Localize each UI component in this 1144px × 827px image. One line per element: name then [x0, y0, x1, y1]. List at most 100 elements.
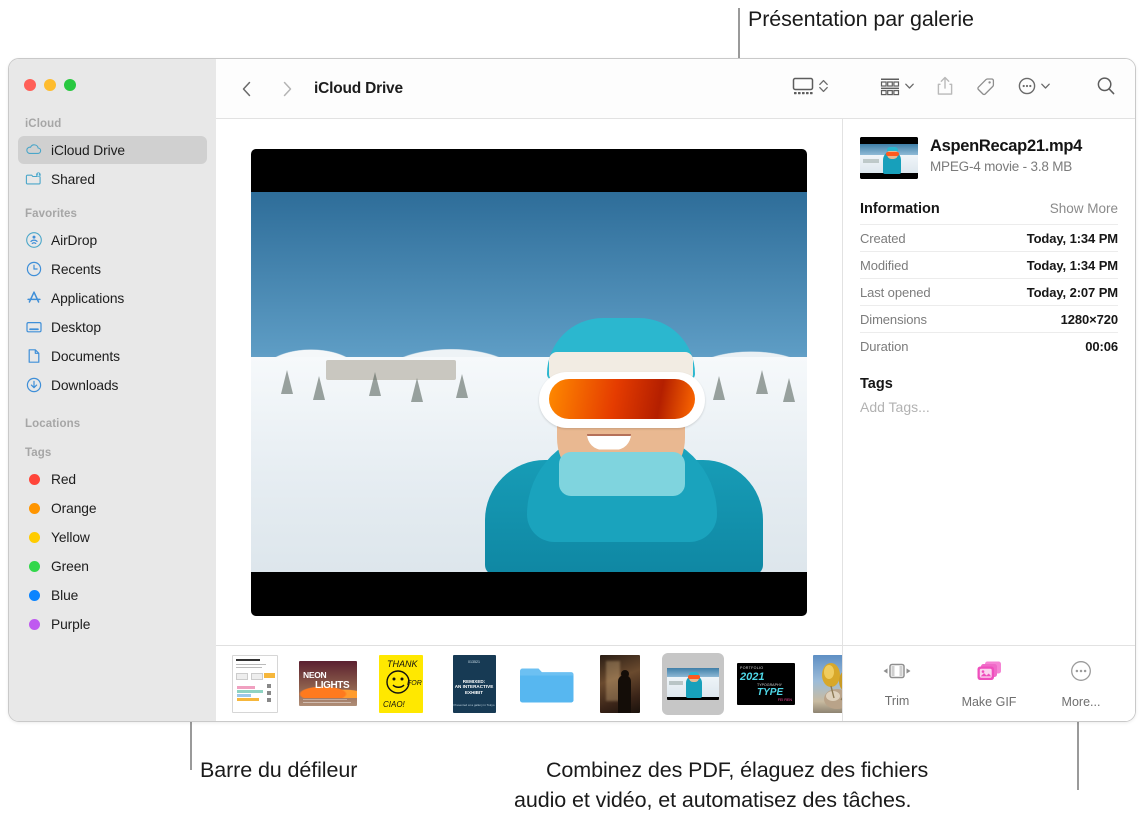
sidebar-item-label: AirDrop — [51, 232, 98, 248]
cloud-icon — [25, 141, 43, 159]
sidebar: iCloud iCloud Drive Shared Favorites Air… — [9, 59, 216, 721]
tree-icon — [369, 371, 381, 396]
quick-action-label: Trim — [884, 693, 910, 708]
sidebar-item-icloud-drive[interactable]: iCloud Drive — [18, 136, 207, 164]
gallery-view-icon — [791, 76, 815, 101]
sidebar-item-tag-orange[interactable]: Orange — [18, 494, 207, 522]
search-button[interactable] — [1093, 75, 1119, 102]
neck-gaiter — [559, 451, 685, 496]
callout-line-gallery-view — [738, 8, 740, 60]
back-button[interactable] — [234, 76, 260, 102]
add-tags-field[interactable]: Add Tags... — [860, 399, 1118, 415]
tag-dot-icon — [25, 586, 43, 604]
tree-icon — [783, 377, 795, 402]
tag-dot-icon — [25, 615, 43, 633]
info-row: Modified Today, 1:34 PM — [860, 251, 1118, 278]
information-section-header: Information Show More — [860, 201, 1118, 224]
gallery-preview-area — [216, 119, 842, 645]
sidebar-item-tag-green[interactable]: Green — [18, 552, 207, 580]
screenshot-stage: Présentation par galerie Barre du défile… — [0, 0, 1144, 827]
sidebar-item-tag-blue[interactable]: Blue — [18, 581, 207, 609]
desktop-icon — [25, 318, 43, 336]
quick-action-trim[interactable]: Trim — [855, 660, 939, 708]
thumbnail-portfolio-2021-poster[interactable]: PORTFOLIO 2021 TYPOGRAPHY TYPE FEI REN — [735, 653, 797, 715]
sidebar-item-tag-purple[interactable]: Purple — [18, 610, 207, 638]
sidebar-item-documents[interactable]: Documents — [18, 342, 207, 370]
sidebar-item-label: Purple — [51, 616, 91, 632]
thumbnail-infographic-document[interactable] — [224, 653, 286, 715]
thumbnail-neon-lights-poster[interactable]: NEON LIGHTS — [297, 653, 359, 715]
video-preview[interactable] — [251, 148, 807, 616]
quick-action-make-gif[interactable]: Make GIF — [947, 659, 1031, 709]
sidebar-item-recents[interactable]: Recents — [18, 255, 207, 283]
view-gallery-button[interactable] — [789, 76, 831, 101]
thumbnail-remixed-exhibit-poster[interactable]: 013521 REMIXED: AN INTERACTIVE EXHIBIT Pre… — [443, 653, 505, 715]
add-tag-button[interactable] — [973, 75, 999, 102]
quick-action-label: More... — [1061, 694, 1101, 709]
window-traffic-lights — [9, 79, 216, 111]
svg-text:FOR: FOR — [407, 680, 422, 687]
information-title: Information — [860, 201, 940, 217]
video-frame — [251, 191, 807, 572]
chevron-up-down-icon[interactable] — [818, 76, 829, 101]
thumbnail-gold-sculpture-photo[interactable] — [808, 653, 842, 715]
main-area: iCloud Drive NEON LIGHTS THANK FOR CIAO!… — [216, 59, 1135, 721]
sidebar-group-title-favorites: Favorites — [25, 208, 78, 220]
clock-icon — [25, 260, 43, 278]
chevron-down-icon[interactable] — [1040, 76, 1051, 101]
show-more-link[interactable]: Show More — [1050, 201, 1118, 216]
thumbnail-aspen-recap-video[interactable] — [662, 652, 724, 715]
sidebar-item-airdrop[interactable]: AirDrop — [18, 226, 207, 254]
info-key: Created — [860, 230, 906, 246]
thumbnail-thank-you-ciao-poster[interactable]: THANK FOR CIAO! — [370, 653, 432, 715]
tree-icon — [456, 373, 468, 398]
sidebar-item-shared[interactable]: Shared — [18, 165, 207, 193]
tag-icon — [975, 75, 997, 102]
thumbnail-silhouette-photo[interactable] — [589, 653, 651, 715]
close-button[interactable] — [24, 79, 36, 91]
file-name: AspenRecap21.mp4 — [930, 137, 1083, 155]
callout-quick-actions-label-line1: Combinez des PDF, élaguez des fichiers — [546, 758, 929, 782]
tag-dot-icon — [25, 499, 43, 517]
app-store-icon — [25, 289, 43, 307]
snowboarder-subject — [479, 310, 769, 572]
sidebar-item-desktop[interactable]: Desktop — [18, 313, 207, 341]
more-actions-button[interactable] — [1015, 76, 1053, 101]
thumbnail-strip[interactable]: NEON LIGHTS THANK FOR CIAO! 013521 REMIX… — [216, 645, 842, 721]
share-icon — [935, 75, 955, 102]
sidebar-item-tag-yellow[interactable]: Yellow — [18, 523, 207, 551]
info-row: Dimensions 1280×720 — [860, 305, 1118, 332]
tags-section-title: Tags — [860, 376, 893, 392]
sidebar-item-label: Documents — [51, 348, 120, 364]
tag-dot-icon — [25, 528, 43, 546]
quick-action-more[interactable]: More... — [1039, 659, 1123, 709]
thumbnail-blue-folder[interactable] — [516, 653, 578, 715]
sidebar-group-title-icloud: iCloud — [25, 118, 62, 130]
sidebar-item-tag-red[interactable]: Red — [18, 465, 207, 493]
sidebar-group-title-tags: Tags — [25, 447, 52, 459]
goggle-lens — [549, 378, 695, 419]
tree-icon — [313, 375, 325, 400]
content-row: NEON LIGHTS THANK FOR CIAO! 013521 REMIX… — [216, 119, 1135, 721]
zoom-button[interactable] — [64, 79, 76, 91]
sidebar-item-label: Blue — [51, 587, 79, 603]
search-icon — [1095, 75, 1117, 102]
sidebar-item-label: Desktop — [51, 319, 101, 335]
sidebar-item-label: Recents — [51, 261, 101, 277]
document-icon — [25, 347, 43, 365]
sidebar-item-downloads[interactable]: Downloads — [18, 371, 207, 399]
gallery-column: NEON LIGHTS THANK FOR CIAO! 013521 REMIX… — [216, 119, 842, 721]
shared-folder-icon — [25, 170, 43, 188]
forward-button[interactable] — [274, 76, 300, 102]
group-by-button[interactable] — [877, 76, 917, 101]
svg-text:CIAO!: CIAO! — [383, 700, 406, 709]
share-button[interactable] — [933, 75, 957, 102]
info-row: Duration 00:06 — [860, 332, 1118, 359]
breadcrumb[interactable]: iCloud Drive — [314, 80, 403, 98]
callout-line-quick-actions — [1077, 712, 1079, 790]
sidebar-item-applications[interactable]: Applications — [18, 284, 207, 312]
minimize-button[interactable] — [44, 79, 56, 91]
info-key: Duration — [860, 338, 909, 354]
chevron-down-icon[interactable] — [904, 76, 915, 101]
ski-lodge — [326, 359, 456, 380]
